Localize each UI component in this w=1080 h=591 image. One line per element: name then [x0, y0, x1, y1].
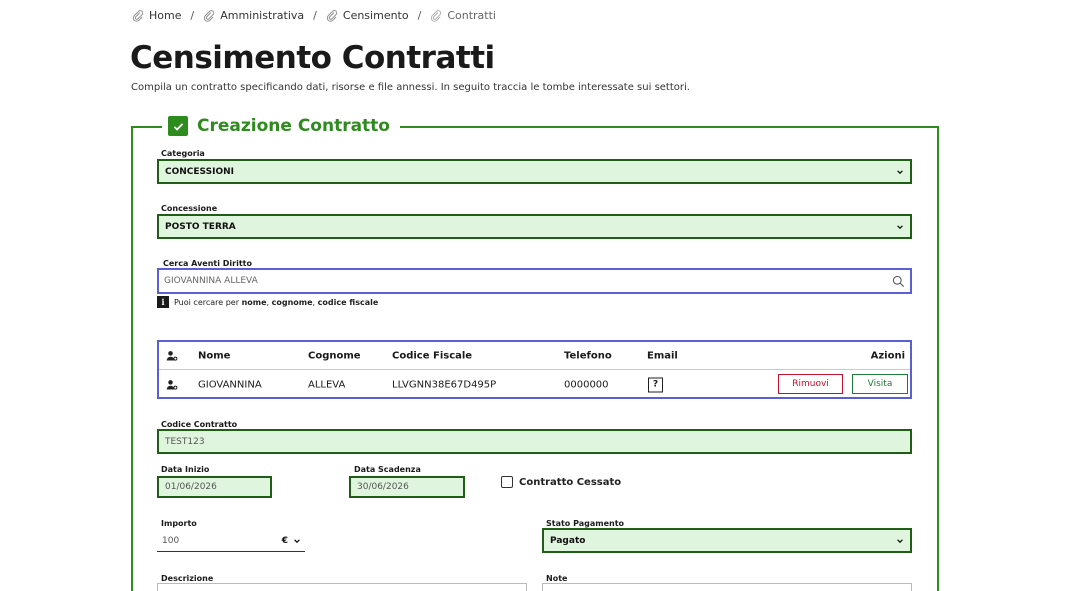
search-label: Cerca Aventi Diritto — [163, 259, 252, 268]
stato-pagamento-label: Stato Pagamento — [546, 519, 625, 528]
categoria-label: Categoria — [161, 149, 205, 158]
stato-pagamento-select[interactable]: Pagato — [542, 528, 912, 553]
contratto-cessato-label: Contratto Cessato — [519, 476, 622, 488]
fieldset-legend: Creazione Contratto — [162, 116, 400, 136]
page-subtitle: Compila un contratto specificando dati, … — [131, 82, 690, 93]
codice-contratto-input[interactable]: TEST123 — [157, 429, 912, 454]
header-email[interactable]: Email — [647, 350, 678, 361]
breadcrumb-separator: / — [417, 9, 422, 22]
remove-button[interactable]: Rimuovi — [778, 374, 843, 394]
breadcrumb-item-contratti: Contratti — [430, 9, 496, 22]
breadcrumb-item-censimento[interactable]: Censimento — [326, 9, 409, 22]
breadcrumb-label: Contratti — [447, 9, 496, 22]
contratto-cessato-option[interactable]: Contratto Cessato — [501, 476, 621, 488]
info-icon: i — [157, 296, 169, 308]
cell-cognome: ALLEVA — [308, 379, 346, 390]
table-row: GIOVANNINA ALLEVA LLVGNN38E67D495P 00000… — [159, 370, 910, 399]
breadcrumb: Home / Amministrativa / Censimento / Con… — [132, 9, 496, 22]
contratto-cessato-checkbox[interactable] — [501, 476, 513, 488]
breadcrumb-item-home[interactable]: Home — [132, 9, 181, 22]
currency-select[interactable]: € — [282, 536, 301, 546]
data-scadenza-input[interactable]: 30/06/2026 — [349, 476, 465, 498]
user-settings-icon — [166, 350, 178, 361]
breadcrumb-separator: / — [313, 9, 317, 22]
breadcrumb-label: Censimento — [342, 9, 409, 22]
page-title: Censimento Contratti — [130, 40, 495, 76]
header-azioni: Azioni — [870, 350, 905, 361]
header-codice-fiscale[interactable]: Codice Fiscale — [392, 350, 472, 361]
data-scadenza-label: Data Scadenza — [354, 465, 421, 474]
search-aventi-diritto-input[interactable]: GIOVANNINA ALLEVA — [157, 268, 912, 294]
breadcrumb-label: Amministrativa — [220, 9, 305, 22]
header-cognome[interactable]: Cognome — [308, 350, 361, 361]
paperclip-icon — [326, 9, 338, 22]
chevron-down-icon — [897, 538, 903, 543]
fieldset-legend-text: Creazione Contratto — [197, 116, 390, 136]
cell-codice-fiscale: LLVGNN38E67D495P — [392, 379, 497, 390]
descrizione-label: Descrizione — [161, 574, 214, 583]
hint-text: Puoi cercare per nome, cognome, codice f… — [174, 297, 379, 307]
email-unknown-icon[interactable]: ? — [648, 377, 663, 392]
header-nome[interactable]: Nome — [198, 350, 230, 361]
concessione-value: POSTO TERRA — [165, 221, 236, 232]
chevron-down-icon — [294, 538, 300, 543]
concessione-select[interactable]: POSTO TERRA — [157, 214, 912, 239]
data-inizio-input[interactable]: 01/06/2026 — [157, 476, 272, 498]
chevron-down-icon — [897, 169, 903, 174]
categoria-select[interactable]: CONCESSIONI — [157, 159, 912, 184]
header-telefono[interactable]: Telefono — [564, 350, 612, 361]
currency-symbol: € — [281, 535, 288, 546]
checkmark-icon — [168, 116, 188, 136]
paperclip-icon — [204, 9, 215, 22]
search-hint: i Puoi cercare per nome, cognome, codice… — [157, 296, 378, 308]
importo-label: Importo — [161, 519, 197, 528]
chevron-down-icon — [897, 224, 903, 229]
visit-button[interactable]: Visita — [852, 374, 908, 394]
breadcrumb-separator: / — [190, 9, 195, 22]
breadcrumb-item-amministrativa[interactable]: Amministrativa — [203, 9, 304, 22]
data-inizio-label: Data Inizio — [161, 465, 210, 474]
descrizione-textarea[interactable] — [157, 583, 527, 591]
aventi-diritto-table: Nome Cognome Codice Fiscale Telefono Ema… — [157, 340, 912, 399]
stato-pagamento-value: Pagato — [550, 535, 586, 546]
codice-contratto-label: Codice Contratto — [161, 420, 238, 429]
note-label: Note — [546, 574, 568, 583]
paperclip-icon — [431, 9, 442, 22]
search-value: GIOVANNINA ALLEVA — [164, 276, 258, 286]
cell-telefono: 0000000 — [564, 379, 609, 390]
search-icon[interactable] — [892, 275, 905, 288]
importo-value: 100 — [162, 535, 180, 546]
breadcrumb-label: Home — [149, 9, 182, 22]
paperclip-icon — [132, 9, 144, 22]
concessione-label: Concessione — [161, 204, 218, 213]
note-textarea[interactable] — [542, 583, 912, 591]
cell-nome: GIOVANNINA — [198, 379, 262, 390]
user-settings-icon — [166, 379, 178, 390]
importo-input[interactable]: 100 € — [157, 530, 305, 552]
table-header: Nome Cognome Codice Fiscale Telefono Ema… — [159, 342, 910, 370]
categoria-value: CONCESSIONI — [165, 166, 234, 177]
